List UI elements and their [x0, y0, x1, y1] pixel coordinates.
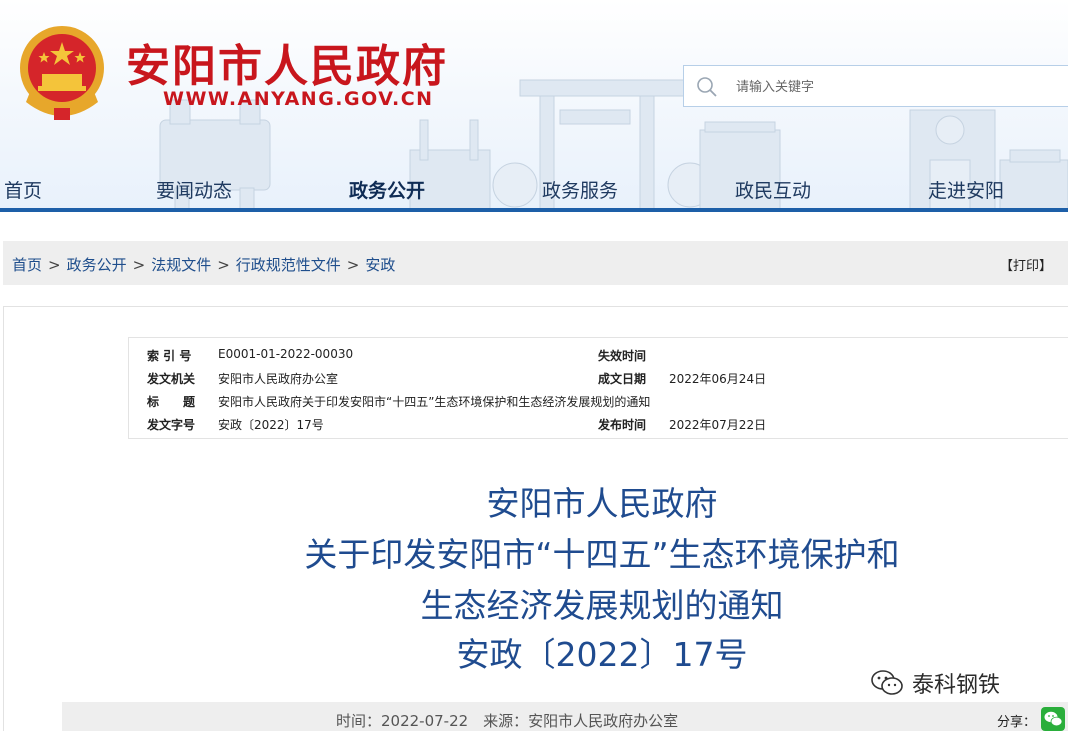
main-nav: 首页 要闻动态 政务公开 政务服务 政民互动 走进安阳 [0, 172, 1068, 208]
breadcrumb-separator: > [132, 256, 146, 274]
meta-published-label: 发布时间 [598, 418, 647, 432]
breadcrumb-regulations[interactable]: 法规文件 [151, 256, 211, 274]
meta-docno-label: 发文字号 [147, 418, 196, 432]
meta-created-value: 2022年06月24日 [669, 372, 767, 386]
meta-index-value: E0001-01-2022-00030 [218, 347, 354, 361]
nav-divider [0, 208, 1068, 212]
meta-index-label: 索 引 号 [147, 349, 192, 363]
print-button[interactable]: 【打印】 [1000, 255, 1052, 274]
nav-item-about-anyang[interactable]: 走进安阳 [928, 176, 1004, 203]
search-input[interactable] [736, 74, 1056, 100]
breadcrumb-bar: 首页 > 政务公开 > 法规文件 > 行政规范性文件 > 安政 【打印】 [3, 241, 1068, 285]
search-icon[interactable] [696, 76, 718, 98]
document-title-line-1: 安阳市人民政府 [486, 484, 718, 523]
breadcrumb-separator: > [48, 256, 61, 274]
meta-expire-label: 失效时间 [598, 349, 647, 363]
meta-issuer-label: 发文机关 [147, 372, 196, 386]
article-info-bar: 时间：2022-07-22 来源：安阳市人民政府办公室 分享： [62, 702, 1068, 731]
document-meta-table: 索 引 号 E0001-01-2022-00030 失效时间 发文机关 安阳市人… [128, 337, 1068, 439]
nav-item-home[interactable]: 首页 [4, 176, 42, 203]
wechat-watermark: 泰科钢铁 [870, 666, 1000, 700]
breadcrumb-separator: > [217, 256, 230, 274]
breadcrumb-home[interactable]: 首页 [12, 256, 42, 274]
nav-item-gov-services[interactable]: 政务服务 [542, 176, 618, 203]
nav-item-interaction[interactable]: 政民互动 [735, 176, 811, 203]
watermark-text: 泰科钢铁 [912, 673, 1001, 698]
share-label: 分享： [997, 715, 1037, 730]
meta-subject-label: 标 题 [147, 395, 196, 409]
publish-info: 时间：2022-07-22 来源：安阳市人民政府办公室 [336, 712, 679, 730]
document-title-line-2: 关于印发安阳市“十四五”生态环境保护和 [304, 535, 900, 574]
search-box[interactable] [683, 65, 1068, 107]
breadcrumb-separator: > [346, 256, 360, 274]
meta-published-value: 2022年07月22日 [669, 418, 767, 432]
meta-created-label: 成文日期 [598, 372, 647, 386]
breadcrumb-anzheng[interactable]: 安政 [365, 256, 395, 274]
breadcrumb: 首页 > 政务公开 > 法规文件 > 行政规范性文件 > 安政 [12, 254, 395, 275]
document-title-line-3: 生态经济发展规划的通知 [420, 586, 784, 625]
meta-docno-value: 安政〔2022〕17号 [218, 418, 324, 432]
site-url[interactable]: WWW.ANYANG.GOV.CN [163, 88, 434, 110]
breadcrumb-gov-affairs[interactable]: 政务公开 [67, 256, 127, 274]
national-emblem-logo [20, 26, 104, 120]
nav-item-gov-affairs[interactable]: 政务公开 [349, 176, 425, 203]
site-title[interactable]: 安阳市人民政府 [126, 30, 448, 94]
wechat-outline-icon [871, 670, 903, 695]
nav-item-news[interactable]: 要闻动态 [156, 176, 232, 203]
breadcrumb-normative-docs[interactable]: 行政规范性文件 [236, 256, 341, 274]
meta-subject-value: 安阳市人民政府关于印发安阳市“十四五”生态环境保护和生态经济发展规划的通知 [218, 395, 651, 409]
meta-issuer-value: 安阳市人民政府办公室 [218, 372, 339, 386]
wechat-share-icon[interactable] [1041, 707, 1065, 731]
